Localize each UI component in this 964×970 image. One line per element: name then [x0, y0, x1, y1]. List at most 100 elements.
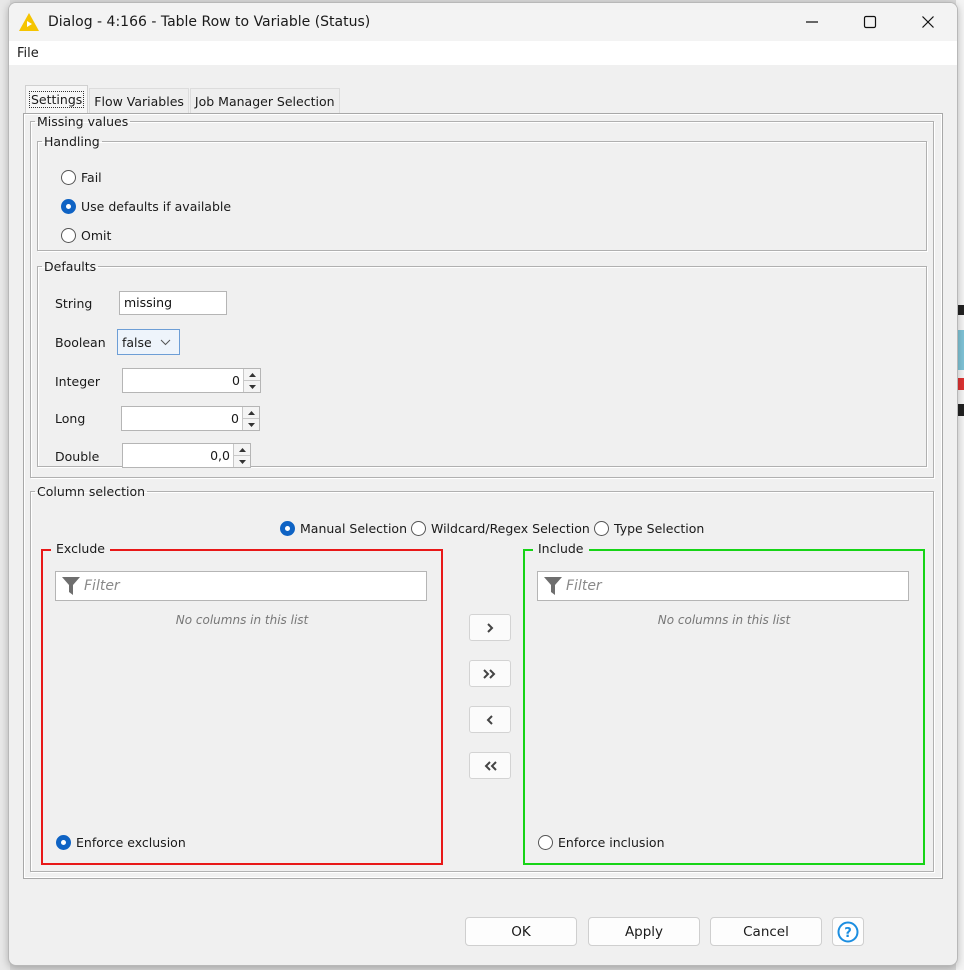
- radio-wildcard-regex-indicator[interactable]: [411, 521, 426, 536]
- long-value[interactable]: 0: [122, 407, 242, 430]
- radio-wildcard-regex-label: Wildcard/Regex Selection: [431, 521, 590, 536]
- enforce-exclusion-radio[interactable]: Enforce exclusion: [56, 835, 186, 850]
- enforce-exclusion-label: Enforce exclusion: [76, 835, 186, 850]
- integer-value[interactable]: 0: [123, 369, 243, 392]
- exclude-empty-message: No columns in this list: [175, 613, 309, 627]
- add-all-button[interactable]: [469, 660, 511, 687]
- remove-all-button[interactable]: [469, 752, 511, 779]
- enforce-inclusion-label: Enforce inclusion: [558, 835, 665, 850]
- exclude-filter-input[interactable]: Filter: [55, 571, 427, 601]
- radio-wildcard-regex-selection[interactable]: Wildcard/Regex Selection: [411, 521, 590, 536]
- exclude-filter-placeholder: Filter: [84, 578, 120, 594]
- radio-use-defaults-label: Use defaults if available: [81, 199, 232, 214]
- defaults-legend: Defaults: [44, 259, 97, 274]
- exclude-panel: Exclude Filter No columns in this list E…: [41, 541, 443, 865]
- integer-decrement-button[interactable]: [244, 381, 260, 392]
- missing-values-legend: Missing values: [37, 114, 129, 129]
- svg-text:?: ?: [844, 926, 852, 941]
- include-empty-message: No columns in this list: [657, 613, 791, 627]
- arrow-down-icon: [238, 459, 246, 464]
- arrow-up-icon: [238, 447, 246, 452]
- title-bar[interactable]: Dialog - 4:166 - Table Row to Variable (…: [9, 3, 957, 41]
- integer-spinner[interactable]: 0: [122, 368, 261, 393]
- tab-job-manager-selection[interactable]: Job Manager Selection: [189, 88, 340, 113]
- knime-warning-triangle-icon: [18, 12, 40, 32]
- long-label: Long: [55, 411, 86, 426]
- radio-use-defaults-indicator[interactable]: [61, 199, 76, 214]
- close-icon: [922, 16, 934, 28]
- add-selected-button[interactable]: [469, 614, 511, 641]
- remove-selected-button[interactable]: [469, 706, 511, 733]
- include-title: Include: [533, 541, 589, 556]
- radio-manual-selection-indicator[interactable]: [280, 521, 295, 536]
- include-panel: Include Filter No columns in this list E…: [523, 541, 925, 865]
- filter-funnel-icon: [62, 577, 80, 595]
- menu-bar: File: [9, 41, 957, 65]
- integer-increment-button[interactable]: [244, 369, 260, 381]
- long-decrement-button[interactable]: [243, 419, 259, 430]
- enforce-exclusion-indicator[interactable]: [56, 835, 71, 850]
- boolean-select-value: false: [122, 334, 152, 350]
- tab-flow-variables[interactable]: Flow Variables: [89, 88, 189, 113]
- help-button[interactable]: ?: [832, 917, 864, 946]
- chevron-right-icon: [487, 622, 494, 633]
- window-title: Dialog - 4:166 - Table Row to Variable (…: [48, 14, 371, 30]
- boolean-label: Boolean: [55, 335, 106, 350]
- arrow-up-icon: [248, 372, 256, 377]
- tab-settings[interactable]: Settings: [25, 85, 89, 113]
- string-label: String: [55, 296, 93, 311]
- radio-fail-indicator[interactable]: [61, 170, 76, 185]
- include-filter-placeholder: Filter: [566, 578, 602, 594]
- double-value[interactable]: 0,0: [123, 444, 233, 467]
- arrow-down-icon: [247, 422, 255, 427]
- menu-file[interactable]: File: [17, 44, 39, 63]
- double-chevron-right-icon: [483, 668, 496, 679]
- radio-type-selection[interactable]: Type Selection: [594, 521, 704, 536]
- chevron-left-icon: [486, 714, 493, 725]
- long-increment-button[interactable]: [243, 407, 259, 419]
- close-button[interactable]: [899, 3, 957, 41]
- include-filter-input[interactable]: Filter: [537, 571, 909, 601]
- radio-manual-selection-label: Manual Selection: [300, 521, 408, 536]
- cancel-button[interactable]: Cancel: [710, 917, 822, 946]
- long-spinner[interactable]: 0: [121, 406, 260, 431]
- double-label: Double: [55, 449, 100, 464]
- minimize-icon: [806, 21, 818, 23]
- tab-settings-label: Settings: [28, 91, 85, 108]
- enforce-inclusion-indicator[interactable]: [538, 835, 553, 850]
- radio-omit-indicator[interactable]: [61, 228, 76, 243]
- exclude-title: Exclude: [51, 541, 110, 556]
- string-input[interactable]: missing: [119, 291, 227, 315]
- radio-fail-label: Fail: [81, 170, 102, 185]
- radio-use-defaults[interactable]: Use defaults if available: [61, 199, 231, 214]
- maximize-button[interactable]: [841, 3, 899, 41]
- arrow-down-icon: [248, 384, 256, 389]
- radio-type-selection-label: Type Selection: [614, 521, 705, 536]
- handling-legend: Handling: [44, 134, 100, 149]
- help-question-icon: ?: [837, 921, 859, 942]
- double-spinner[interactable]: 0,0: [122, 443, 251, 468]
- ok-button[interactable]: OK: [465, 917, 577, 946]
- double-increment-button[interactable]: [234, 444, 250, 456]
- dialog-window: Dialog - 4:166 - Table Row to Variable (…: [8, 2, 958, 966]
- radio-omit[interactable]: Omit: [61, 228, 111, 243]
- radio-omit-label: Omit: [81, 228, 112, 243]
- radio-type-selection-indicator[interactable]: [594, 521, 609, 536]
- filter-funnel-icon: [544, 577, 562, 595]
- enforce-inclusion-radio[interactable]: Enforce inclusion: [538, 835, 665, 850]
- double-decrement-button[interactable]: [234, 456, 250, 467]
- apply-button[interactable]: Apply: [588, 917, 700, 946]
- settings-panel: Missing values Handling Fail Use default…: [23, 113, 943, 879]
- radio-manual-selection[interactable]: Manual Selection: [280, 521, 407, 536]
- double-chevron-left-icon: [484, 760, 497, 771]
- minimize-button[interactable]: [783, 3, 841, 41]
- chevron-down-icon: [160, 339, 171, 345]
- radio-fail[interactable]: Fail: [61, 170, 102, 185]
- boolean-select[interactable]: false: [117, 329, 180, 355]
- handling-group: Handling: [37, 134, 927, 251]
- maximize-icon: [863, 15, 877, 29]
- integer-label: Integer: [55, 374, 100, 389]
- arrow-up-icon: [247, 410, 255, 415]
- tab-bar: Settings Flow Variables Job Manager Sele…: [25, 85, 341, 113]
- column-selection-legend: Column selection: [37, 484, 146, 499]
